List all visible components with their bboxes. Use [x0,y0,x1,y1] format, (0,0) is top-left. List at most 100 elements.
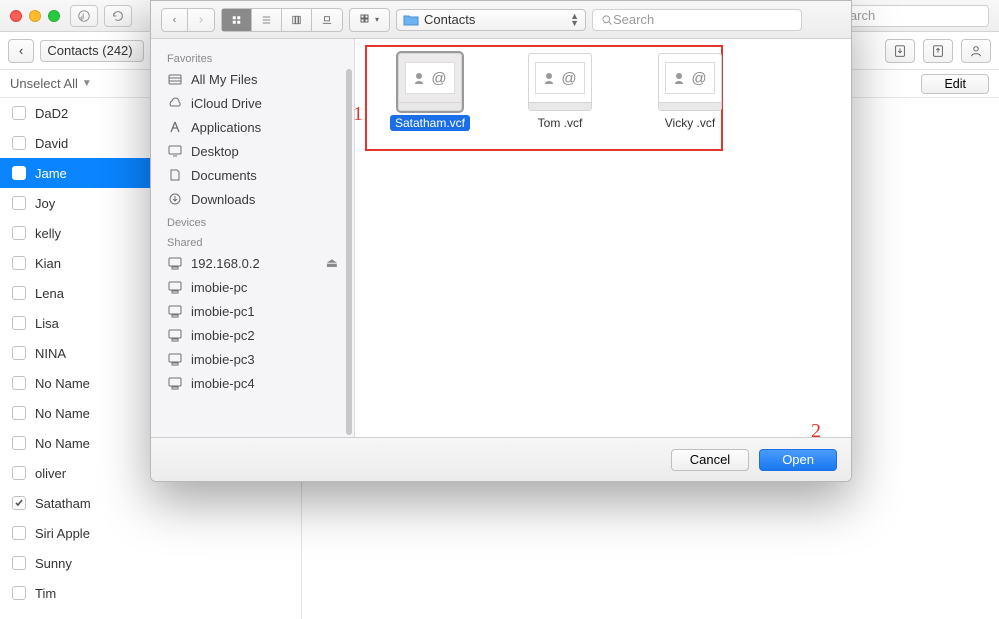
contact-name-label: Lena [35,286,64,301]
contact-checkbox[interactable] [12,466,26,480]
sidebar-item-label: All My Files [191,72,257,87]
sidebar-item-label: Downloads [191,192,255,207]
contact-name-label: Tim [35,586,56,601]
annotation-label-1: 1 [353,103,363,126]
search-icon [601,14,613,26]
minimize-window-button[interactable] [29,10,41,22]
sidebar-favorites-header: Favorites [151,47,354,67]
finder-toolbar: ▾ Contacts ▲▼ Search [151,1,851,39]
grid-small-icon [360,14,372,26]
sidebar-shared-header: Shared [151,231,354,251]
breadcrumb[interactable]: Contacts (242) [40,40,143,62]
export-icon [931,44,945,58]
sidebar-item[interactable]: imobie-pc1 [151,299,354,323]
finder-arrange-button[interactable]: ▾ [349,8,390,32]
contact-name-label: Sunny [35,556,72,571]
sidebar-devices-header: Devices [151,211,354,231]
finder-view-segment[interactable] [221,8,343,32]
contact-row[interactable]: Siri Apple [0,518,301,548]
chevron-right-icon [198,15,204,25]
contact-name-label: oliver [35,466,66,481]
finder-folder-popup[interactable]: Contacts ▲▼ [396,9,586,31]
contact-checkbox[interactable] [12,406,26,420]
contact-checkbox[interactable] [12,376,26,390]
sidebar-item[interactable]: Applications [151,115,354,139]
contact-checkbox[interactable] [12,586,26,600]
contact-checkbox[interactable] [12,196,26,210]
close-window-button[interactable] [10,10,22,22]
music-icon-button[interactable] [70,5,98,27]
maximize-window-button[interactable] [48,10,60,22]
sidebar-item[interactable]: Documents [151,163,354,187]
contact-row[interactable]: Satatham [0,488,301,518]
sidebar-item[interactable]: All My Files [151,67,354,91]
sidebar-item-label: imobie-pc4 [191,376,255,391]
sidebar-item-label: imobie-pc1 [191,304,255,319]
contact-checkbox[interactable] [12,136,26,150]
sidebar-item[interactable]: imobie-pc2 [151,323,354,347]
contact-name-label: Joy [35,196,55,211]
export-button[interactable] [923,39,953,63]
contact-name-label: Kian [35,256,61,271]
contact-checkbox[interactable] [12,166,26,180]
sidebar-item[interactable]: 192.168.0.2 ⏏ [151,251,354,275]
sidebar-item-label: imobie-pc3 [191,352,255,367]
icon-view-button[interactable] [222,9,252,31]
finder-sidebar: Favorites All My Files iCloud Drive Applic… [151,39,355,437]
contact-checkbox[interactable] [12,256,26,270]
unselect-all-button[interactable]: Unselect All [10,76,78,91]
sidebar-item-label: Documents [191,168,257,183]
network-computer-icon [167,352,183,366]
contact-checkbox[interactable] [12,106,26,120]
coverflow-icon [322,14,332,26]
sidebar-item-label: iCloud Drive [191,96,262,111]
contact-checkbox[interactable] [12,556,26,570]
scrollbar[interactable] [346,69,352,435]
annotation-label-2: 2 [811,420,821,443]
edit-button[interactable]: Edit [921,74,989,94]
contact-checkbox[interactable] [12,496,26,510]
sidebar-item[interactable]: Desktop [151,139,354,163]
contact-checkbox[interactable] [12,526,26,540]
sidebar-item-label: imobie-pc [191,280,247,295]
cancel-button[interactable]: Cancel [671,449,749,471]
contact-name-label: NINA [35,346,66,361]
import-button[interactable] [885,39,915,63]
sidebar-item[interactable]: Downloads [151,187,354,211]
nav-back-button[interactable]: ‹ [8,39,34,63]
eject-icon[interactable]: ⏏ [326,255,338,271]
refresh-icon-button[interactable] [104,5,132,27]
coverflow-view-button[interactable] [312,9,342,31]
vcard-file-icon: @ [528,53,592,111]
finder-content-area[interactable]: 1 @Satatham.vcf@Tom .vcf@Vicky .vcf [355,39,851,437]
finder-nav-arrows[interactable] [161,8,215,32]
open-button[interactable]: Open [759,449,837,471]
contact-row[interactable]: Sunny [0,548,301,578]
updown-arrows-icon: ▲▼ [570,13,579,27]
contact-name-label: kelly [35,226,61,241]
finder-search-field[interactable]: Search [592,9,802,31]
list-icon [262,14,271,26]
contact-checkbox[interactable] [12,316,26,330]
contact-name-label: Siri Apple [35,526,90,541]
contact-name-label: David [35,136,68,151]
person-button[interactable] [961,39,991,63]
person-icon [969,44,983,58]
finder-footer: 2 Cancel Open [151,437,851,481]
sidebar-item[interactable]: imobie-pc4 [151,371,354,395]
contact-checkbox[interactable] [12,346,26,360]
sidebar-item[interactable]: iCloud Drive [151,91,354,115]
sidebar-item-label: 192.168.0.2 [191,256,260,271]
import-icon [893,44,907,58]
sidebar-item[interactable]: imobie-pc3 [151,347,354,371]
refresh-icon [111,9,125,23]
sidebar-item[interactable]: imobie-pc [151,275,354,299]
list-view-button[interactable] [252,9,282,31]
contact-checkbox[interactable] [12,436,26,450]
finder-open-dialog: ▾ Contacts ▲▼ Search Favorites All My Fi… [150,0,852,482]
contact-checkbox[interactable] [12,286,26,300]
network-computer-icon [167,304,183,318]
column-view-button[interactable] [282,9,312,31]
contact-checkbox[interactable] [12,226,26,240]
contact-row[interactable]: Tim [0,578,301,608]
